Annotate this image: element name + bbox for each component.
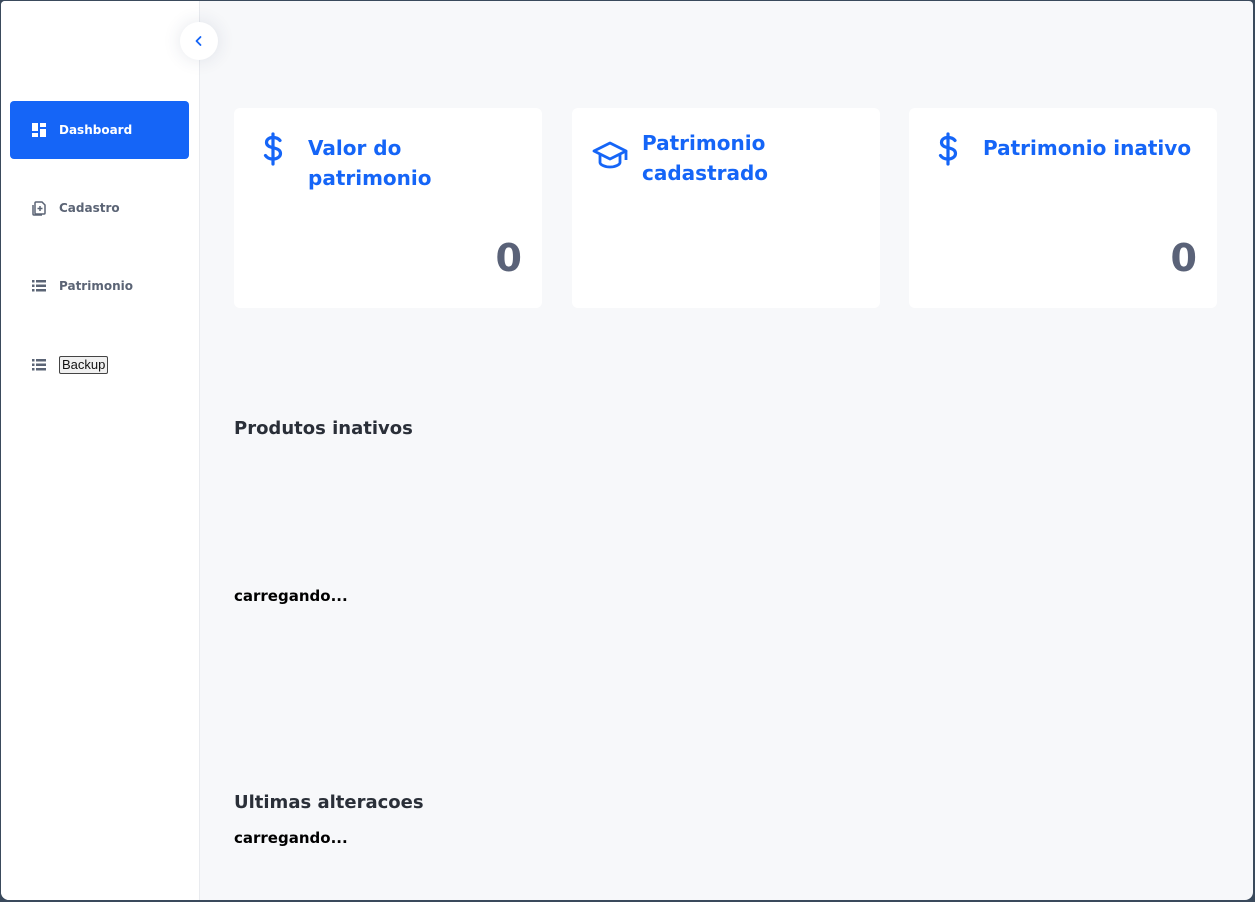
- section-title-produtos-inativos: Produtos inativos: [234, 418, 413, 439]
- card-title: Patrimonio inativo: [983, 136, 1192, 160]
- list-icon: [31, 278, 47, 294]
- sidebar-item-dashboard[interactable]: Dashboard: [10, 101, 189, 159]
- card-value: 0: [495, 236, 522, 280]
- dashboard-icon: [31, 122, 47, 138]
- dollar-icon: [258, 132, 288, 166]
- loading-text: carregando...: [234, 829, 348, 847]
- card-title: Valor do patrimonio: [308, 136, 432, 190]
- sidebar-item-label: Dashboard: [59, 123, 133, 137]
- card-value: 0: [1170, 236, 1197, 280]
- document-add-icon: [31, 200, 47, 216]
- card-title: Patrimonio cadastrado: [642, 131, 769, 185]
- collapse-sidebar-button[interactable]: [180, 22, 218, 60]
- sidebar-item-patrimonio[interactable]: Patrimonio: [10, 257, 189, 315]
- card-patrimonio-cadastrado: Patrimonio cadastrado: [572, 108, 880, 308]
- sidebar-item-cadastro[interactable]: Cadastro: [10, 179, 189, 237]
- card-valor-patrimonio: Valor do patrimonio 0: [234, 108, 542, 308]
- section-title-ultimas-alteracoes: Ultimas alteracoes: [234, 792, 424, 813]
- sidebar: Dashboard Cadastro Patrimonio Backup: [1, 1, 200, 900]
- graduation-cap-icon: [592, 140, 628, 170]
- chevron-left-icon: [194, 32, 204, 51]
- card-patrimonio-inativo: Patrimonio inativo 0: [909, 108, 1217, 308]
- app-window: Dashboard Cadastro Patrimonio Backup Val…: [1, 1, 1253, 900]
- loading-text: carregando...: [234, 587, 348, 605]
- list-icon: [31, 357, 47, 373]
- backup-button[interactable]: Backup: [59, 356, 109, 374]
- sidebar-item-backup: Backup: [10, 336, 189, 394]
- sidebar-item-label: Cadastro: [59, 201, 120, 215]
- dollar-icon: [933, 132, 963, 166]
- sidebar-item-label: Patrimonio: [59, 279, 133, 293]
